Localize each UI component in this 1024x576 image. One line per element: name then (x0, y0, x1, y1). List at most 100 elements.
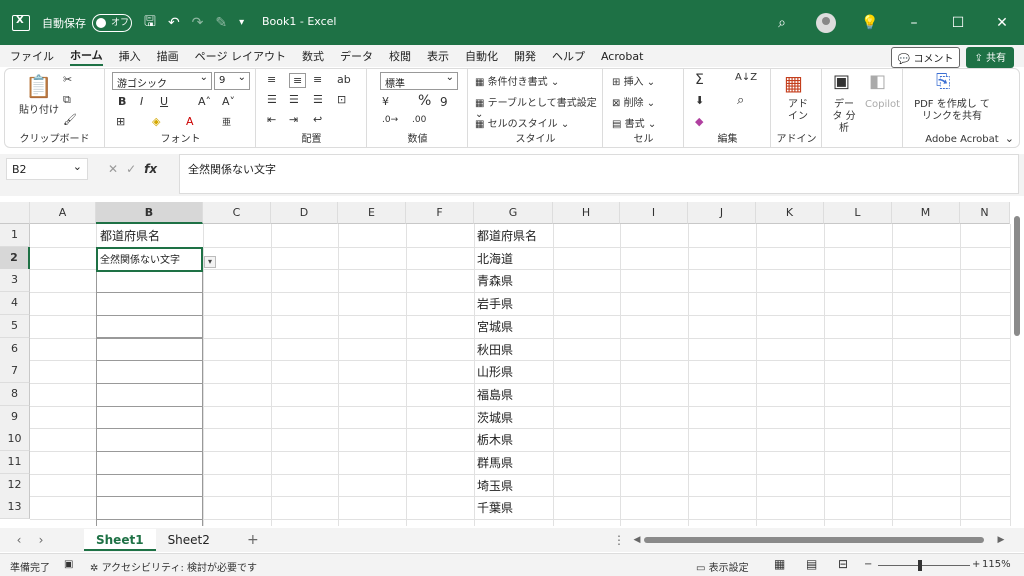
row-header-10[interactable]: 10 (0, 428, 30, 452)
fill-icon[interactable]: ⬇ (695, 94, 704, 107)
cell-g8[interactable]: 福島県 (474, 384, 513, 406)
page-break-view-icon[interactable]: ⊟ (838, 557, 848, 571)
tab-formulas[interactable]: 数式 (302, 48, 324, 64)
format-painter-icon[interactable]: 🖌 (63, 113, 77, 126)
column-header-f[interactable]: F (406, 202, 474, 224)
wrap-text-icon[interactable]: ↩ (313, 113, 322, 126)
cell-g10[interactable]: 栃木県 (474, 429, 513, 451)
font-name-select[interactable]: 游ゴシック (112, 72, 212, 90)
sheet-tab-2[interactable]: Sheet2 (156, 529, 222, 551)
row-header-9[interactable]: 9 (0, 405, 30, 429)
cell-b-border[interactable] (96, 496, 203, 521)
cell-b2[interactable]: 全然関係ない文字 (96, 247, 203, 272)
italic-icon[interactable]: I (140, 95, 143, 108)
tab-home[interactable]: ホーム (70, 47, 103, 66)
row-header-5[interactable]: 5 (0, 314, 30, 338)
tab-automate[interactable]: 自動化 (465, 48, 498, 64)
row-header-11[interactable]: 11 (0, 451, 30, 474)
fill-color-icon[interactable]: ◈ (152, 115, 160, 128)
column-header-n[interactable]: N (960, 202, 1010, 224)
percent-icon[interactable]: % (418, 93, 431, 109)
cancel-icon[interactable]: ✕ (108, 162, 118, 176)
tab-data[interactable]: データ (340, 48, 373, 64)
select-all-corner[interactable] (0, 202, 30, 224)
scroll-right-icon[interactable]: ▶ (990, 535, 1012, 545)
row-header-1[interactable]: 1 (0, 224, 30, 247)
lightbulb-icon[interactable]: 💡 (848, 15, 892, 31)
next-sheet-icon[interactable]: › (30, 533, 52, 547)
format-cells-button[interactable]: ▤ 書式 ⌄ (612, 115, 656, 130)
create-pdf-button[interactable]: PDF を作成し てリンクを共有 (912, 99, 992, 123)
enter-icon[interactable]: ✓ (126, 162, 136, 176)
minimize-icon[interactable]: – (892, 15, 936, 31)
column-header-j[interactable]: J (688, 202, 756, 224)
column-header-h[interactable]: H (553, 202, 620, 224)
cell-b-border[interactable] (96, 382, 203, 407)
grow-font-icon[interactable]: A˄ (198, 95, 211, 108)
add-sheet-icon[interactable]: + (242, 532, 264, 548)
copilot-button[interactable]: Copilot (865, 99, 900, 110)
column-header-d[interactable]: D (271, 202, 338, 224)
comma-icon[interactable]: 9 (440, 95, 448, 109)
align-center-icon[interactable]: ☰ (289, 93, 299, 106)
column-header-k[interactable]: K (756, 202, 824, 224)
validation-dropdown-icon[interactable]: ▾ (204, 256, 216, 268)
cut-icon[interactable]: ✂ (63, 73, 72, 86)
column-header-c[interactable]: C (203, 202, 271, 224)
shrink-font-icon[interactable]: A˅ (222, 95, 235, 108)
cell-b-border[interactable] (96, 314, 203, 339)
data-analysis-button[interactable]: データ 分析 (831, 99, 857, 135)
horizontal-scrollbar[interactable] (644, 537, 984, 543)
row-header-12[interactable]: 12 (0, 473, 30, 497)
cell-styles-button[interactable]: ▦ セルのスタイル ⌄ (475, 115, 569, 130)
autosave-toggle[interactable]: オフ (92, 13, 132, 32)
column-header-e[interactable]: E (338, 202, 406, 224)
orientation-icon[interactable]: ab (337, 73, 351, 86)
delete-cells-button[interactable]: ⊠ 削除 ⌄ (612, 94, 655, 109)
worksheet-grid[interactable]: ABCDEFGHIJKLMN 1 2 3 4 5 6 7 8 9 10 11 12 13 都道府県名 全… (0, 202, 1024, 526)
number-format-select[interactable]: 標準 (380, 72, 458, 90)
paste-icon[interactable]: 📋 (25, 75, 52, 100)
tab-view[interactable]: 表示 (427, 48, 449, 64)
cell-g1[interactable]: 都道府県名 (474, 225, 537, 247)
zoom-in-icon[interactable]: + (972, 559, 980, 570)
autosum-icon[interactable]: Σ (695, 72, 704, 88)
data-analysis-icon[interactable]: ▣ (833, 71, 850, 92)
align-middle-icon[interactable]: ≡ (289, 73, 307, 88)
sheet-tab-1[interactable]: Sheet1 (84, 529, 156, 551)
cell-b-border[interactable] (96, 405, 203, 430)
zoom-slider[interactable] (878, 565, 970, 566)
copilot-icon[interactable]: ◧ (869, 71, 886, 92)
display-settings-button[interactable]: ▭ 表示設定 (696, 559, 749, 574)
tab-draw[interactable]: 描画 (157, 48, 179, 64)
tab-help[interactable]: ヘルプ (552, 48, 585, 64)
cell-b-border[interactable] (96, 519, 203, 526)
align-top-icon[interactable]: ≡ (267, 73, 276, 86)
sort-filter-icon[interactable]: A↓Z (735, 72, 757, 83)
zoom-out-icon[interactable]: − (864, 559, 872, 570)
border-icon[interactable]: ⊞ (116, 115, 125, 128)
merge-icon[interactable]: ⊡ (337, 93, 346, 106)
conditional-format-button[interactable]: ▦ 条件付き書式 ⌄ (475, 73, 559, 88)
vertical-scrollbar[interactable] (1014, 216, 1020, 336)
increase-indent-icon[interactable]: ⇥ (289, 113, 298, 126)
tab-page-layout[interactable]: ページ レイアウト (195, 48, 286, 64)
font-color-icon[interactable]: A (186, 115, 194, 128)
cell-b-border[interactable] (96, 473, 203, 498)
addins-button[interactable]: アド イン (786, 99, 810, 123)
align-bottom-icon[interactable]: ≡ (313, 73, 322, 86)
search-icon[interactable]: ⌕ (760, 15, 804, 31)
share-button[interactable]: ⇪ 共有 (966, 47, 1014, 68)
accessibility-button[interactable]: ✲ アクセシビリティ: 検討が必要です (90, 559, 257, 574)
bold-icon[interactable]: B (118, 95, 126, 108)
tab-insert[interactable]: 挿入 (119, 48, 141, 64)
clear-icon[interactable]: ◆ (695, 115, 703, 128)
cell-b-border[interactable] (96, 428, 203, 452)
prev-sheet-icon[interactable]: ‹ (8, 533, 30, 547)
cell-g13[interactable]: 千葉県 (474, 497, 513, 519)
tab-review[interactable]: 校閲 (389, 48, 411, 64)
align-right-icon[interactable]: ☰ (313, 93, 323, 106)
cell-g4[interactable]: 岩手県 (474, 293, 513, 315)
row-header-6[interactable]: 6 (0, 337, 30, 361)
row-header-7[interactable]: 7 (0, 360, 30, 384)
